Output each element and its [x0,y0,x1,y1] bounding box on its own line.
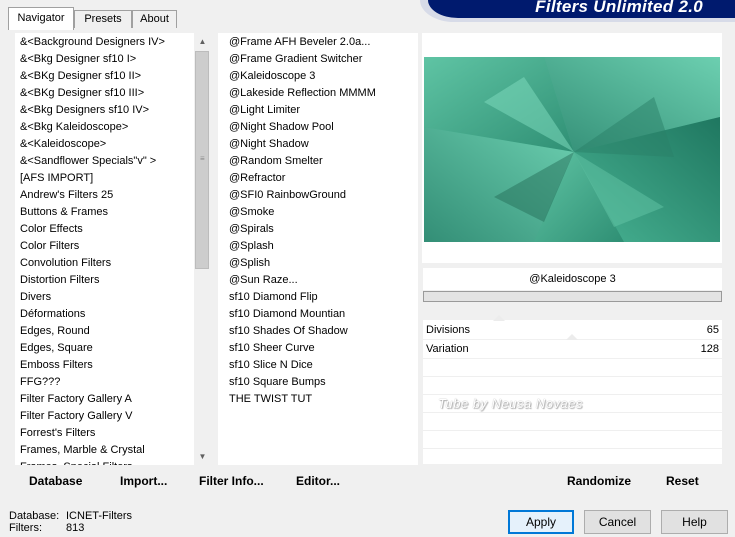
filter-item[interactable]: @Frame Gradient Switcher [224,51,376,68]
filter-item[interactable]: @Spirals [224,221,376,238]
grip-icon: ≡ [200,154,205,163]
category-item[interactable]: &<Background Designers IV> [15,34,195,51]
category-item[interactable]: Frames, Special Filters [15,459,195,465]
category-item[interactable]: FFG??? [15,374,195,391]
empty-slider-line [423,376,722,377]
filter-item[interactable]: @SFI0 RainbowGround [224,187,376,204]
filter-item[interactable]: @Light Limiter [224,102,376,119]
category-item[interactable]: Edges, Square [15,340,195,357]
filter-item[interactable]: sf10 Square Bumps [224,374,376,391]
filter-list[interactable]: @Frame AFH Beveler 2.0a... @Frame Gradien… [218,33,418,465]
category-item[interactable]: [AFS IMPORT] [15,170,195,187]
filter-item[interactable]: sf10 Diamond Mountian [224,306,376,323]
randomize-button[interactable]: Randomize [567,474,631,488]
tab-presets[interactable]: Presets [74,10,132,28]
filter-item[interactable]: @Night Shadow [224,136,376,153]
empty-slider-line [423,412,722,413]
scroll-up-icon[interactable]: ▲ [194,33,211,50]
tab-about[interactable]: About [132,10,177,28]
filter-rows: @Frame AFH Beveler 2.0a... @Frame Gradien… [224,34,376,408]
category-item[interactable]: Emboss Filters [15,357,195,374]
preview-image [424,57,720,242]
slider-marker-icon [493,315,505,321]
category-item[interactable]: Convolution Filters [15,255,195,272]
filter-item[interactable]: @Sun Raze... [224,272,376,289]
filter-item[interactable]: @Splish [224,255,376,272]
database-value: ICNET-Filters [66,510,132,522]
tab-navigator[interactable]: Navigator [8,7,74,30]
category-rows: &<Background Designers IV> &<Bkg Designer… [15,34,195,465]
filter-item[interactable]: @Kaleidoscope 3 [224,68,376,85]
filters-count: 813 [66,522,85,534]
slider-variation[interactable]: Variation 128 [423,334,722,359]
filter-info-button[interactable]: Filter Info... [199,474,264,488]
category-item[interactable]: Andrew's Filters 25 [15,187,195,204]
category-item[interactable]: &<Sandflower Specials"v" > [15,153,195,170]
category-item[interactable]: Buttons & Frames [15,204,195,221]
title-banner: Filters Unlimited 2.0 [428,0,735,18]
filter-item[interactable]: @Refractor [224,170,376,187]
filter-item[interactable]: @Lakeside Reflection MMMM [224,85,376,102]
category-item[interactable]: Forrest's Filters [15,425,195,442]
database-label: Database: [9,510,60,522]
watermark: Tube by Neusa Novaes [438,396,583,411]
filter-item[interactable]: @Frame AFH Beveler 2.0a... [224,34,376,51]
category-item[interactable]: Divers [15,289,195,306]
empty-slider-line [423,394,722,395]
reset-button[interactable]: Reset [666,474,699,488]
category-item[interactable]: Frames, Marble & Crystal [15,442,195,459]
category-item[interactable]: Déformations [15,306,195,323]
editor-button[interactable]: Editor... [296,474,340,488]
category-item[interactable]: Filter Factory Gallery A [15,391,195,408]
slider-label: Divisions [426,324,471,336]
parameter-panel: Divisions 65 Variation 128 [423,315,722,464]
category-item[interactable]: &<Bkg Designer sf10 I> [15,51,195,68]
cancel-button[interactable]: Cancel [584,510,651,534]
selected-filter-name: @Kaleidoscope 3 [423,268,722,290]
status-area: Database: ICNET-Filters Filters: 813 [9,510,132,534]
slider-marker-icon [566,334,578,340]
left-toolbar: Database Import... Filter Info... Editor… [14,466,417,496]
category-item[interactable]: Filter Factory Gallery V [15,408,195,425]
help-button[interactable]: Help [661,510,728,534]
category-item[interactable]: Color Effects [15,221,195,238]
progress-bar [423,291,722,302]
scroll-thumb[interactable]: ≡ [195,51,209,269]
filter-item[interactable]: @Random Smelter [224,153,376,170]
filter-item[interactable]: @Night Shadow Pool [224,119,376,136]
empty-slider-line [423,430,722,431]
filter-item[interactable]: sf10 Diamond Flip [224,289,376,306]
empty-slider-line [423,448,722,449]
category-item[interactable]: &<Bkg Kaleidoscope> [15,119,195,136]
filter-item[interactable]: @Splash [224,238,376,255]
filter-item[interactable]: @Smoke [224,204,376,221]
filter-item[interactable]: sf10 Shades Of Shadow [224,323,376,340]
category-list[interactable]: &<Background Designers IV> &<Bkg Designer… [15,33,211,465]
import-button[interactable]: Import... [120,474,167,488]
category-item[interactable]: Edges, Round [15,323,195,340]
filter-item[interactable]: THE TWIST TUT [224,391,376,408]
slider-value: 128 [700,343,719,355]
category-item[interactable]: Color Filters [15,238,195,255]
category-item[interactable]: &<BKg Designer sf10 II> [15,68,195,85]
filter-item[interactable]: sf10 Sheer Curve [224,340,376,357]
category-item[interactable]: &<Kaleidoscope> [15,136,195,153]
filter-item[interactable]: sf10 Slice N Dice [224,357,376,374]
filters-label: Filters: [9,522,42,534]
database-button[interactable]: Database [29,474,82,488]
slider-label: Variation [426,343,469,355]
category-item[interactable]: Distortion Filters [15,272,195,289]
category-item[interactable]: &<BKg Designer sf10 III> [15,85,195,102]
slider-value: 65 [706,324,719,336]
app-title: Filters Unlimited 2.0 [535,0,703,16]
category-item[interactable]: &<Bkg Designers sf10 IV> [15,102,195,119]
scroll-down-icon[interactable]: ▼ [194,448,211,465]
apply-button[interactable]: Apply [508,510,574,534]
category-scrollbar[interactable]: ▲ ≡ ▼ [194,33,211,465]
right-toolbar: Randomize Reset [422,466,722,496]
